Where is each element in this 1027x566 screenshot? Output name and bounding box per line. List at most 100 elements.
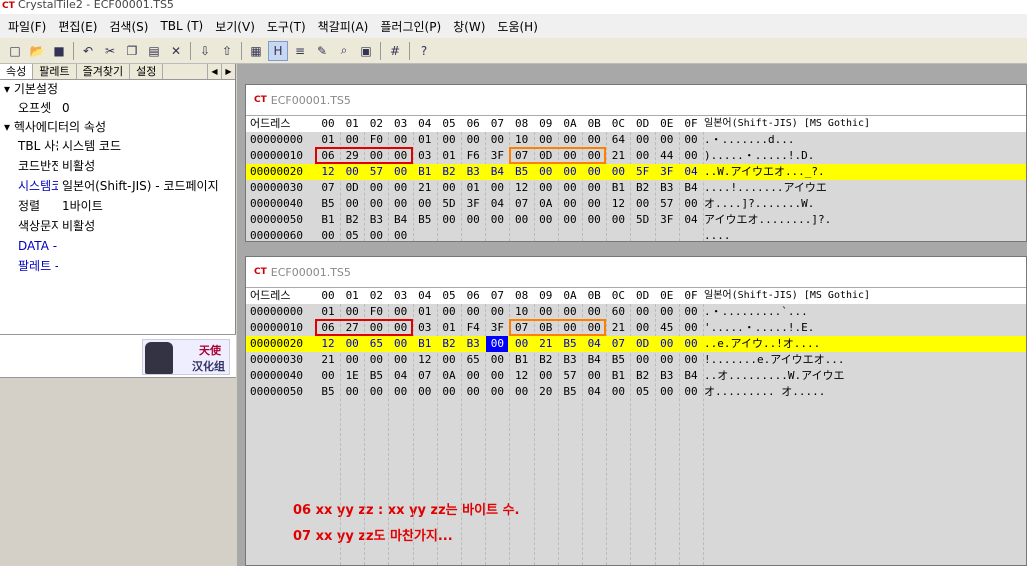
hex-byte[interactable]: 00: [535, 164, 557, 180]
hex-byte[interactable]: B2: [438, 336, 460, 352]
hex-byte[interactable]: 07: [511, 196, 533, 212]
hex-byte[interactable]: 44: [656, 148, 678, 164]
prop-row-offset[interactable]: 오프셋 0: [0, 98, 235, 118]
hex-byte[interactable]: 10: [511, 132, 533, 148]
hex-byte[interactable]: B1: [607, 368, 629, 384]
hex-byte[interactable]: 00: [341, 352, 363, 368]
tab-scroll-right-icon[interactable]: ▶: [221, 64, 235, 79]
hex-grid[interactable]: 06 xx yy zz : xx yy zz는 바이트 수. 07 xx yy …: [246, 287, 1026, 565]
hex-byte[interactable]: 01: [462, 180, 484, 196]
prop-value[interactable]: 0: [58, 98, 235, 118]
hex-byte[interactable]: 04: [390, 368, 412, 384]
hex-byte[interactable]: 00: [559, 180, 581, 196]
decoded-text[interactable]: '.....・.....!.E.: [704, 320, 814, 336]
hex-byte[interactable]: 00: [535, 304, 557, 320]
hex-byte[interactable]: 00: [438, 304, 460, 320]
hex-byte[interactable]: 00: [511, 212, 533, 228]
hex-byte[interactable]: 00: [559, 304, 581, 320]
save-icon[interactable]: ■: [49, 41, 69, 61]
hex-byte[interactable]: 12: [317, 164, 339, 180]
prop-value[interactable]: 비활성: [58, 216, 235, 236]
hex-byte[interactable]: 00: [341, 196, 363, 212]
tab-properties[interactable]: 속성: [0, 64, 34, 79]
hex-byte[interactable]: 27: [341, 320, 363, 336]
hex-byte[interactable]: 65: [462, 352, 484, 368]
hex-byte[interactable]: 00: [583, 148, 605, 164]
hex-row[interactable]: 00000020 12 00 57 00 B1 B2 B3 B4 B5 00 00 00 00 5F 3F 04…: [246, 164, 1026, 180]
decoded-text[interactable]: アイウエオ........]?.: [704, 212, 831, 228]
hex-byte[interactable]: B4: [583, 352, 605, 368]
hex-byte[interactable]: 12: [317, 336, 339, 352]
decoded-text[interactable]: ..W.アイウエオ..._?.: [704, 164, 825, 180]
hex-byte[interactable]: 01: [438, 148, 460, 164]
decoded-text[interactable]: !.......e.アイウエオ...: [704, 352, 845, 368]
edit-icon[interactable]: ✎: [312, 41, 332, 61]
hex-byte[interactable]: 00: [365, 228, 387, 244]
hex-byte[interactable]: 03: [414, 320, 436, 336]
hex-byte[interactable]: 00: [365, 196, 387, 212]
hex-byte[interactable]: 00: [462, 212, 484, 228]
decoded-text[interactable]: ..e.アイウ..!オ....: [704, 336, 820, 352]
hex-byte[interactable]: F4: [462, 320, 484, 336]
menu-item[interactable]: 책갈피(A): [312, 18, 375, 35]
category-basic[interactable]: ▾ 기본설정: [0, 80, 235, 98]
hex-byte[interactable]: 10: [511, 304, 533, 320]
hex-row[interactable]: 00000000 01 00 F0 00 01 00 00 00 10 00 00 00 64 00 00 00…: [246, 132, 1026, 148]
hex-byte[interactable]: 21: [414, 180, 436, 196]
prop-row-align[interactable]: 정렬 1바이트: [0, 196, 235, 216]
hex-byte[interactable]: 00: [390, 164, 412, 180]
hex-byte[interactable]: 01: [438, 320, 460, 336]
hex-byte[interactable]: 00: [583, 196, 605, 212]
hex-byte[interactable]: 00: [438, 132, 460, 148]
hex-row[interactable]: 00000050 B5 00 00 00 00 00 00 00 00 20 B5 04 00 05 00 00…: [246, 384, 1026, 400]
hex-byte[interactable]: 00: [607, 384, 629, 400]
hex-byte[interactable]: B5: [414, 212, 436, 228]
hex-byte[interactable]: 00: [535, 180, 557, 196]
hex-byte[interactable]: 00: [486, 212, 508, 228]
prop-value[interactable]: 일본어(Shift-JIS) - 코드페이지: [58, 176, 235, 196]
hex-byte[interactable]: 0D: [632, 336, 654, 352]
hex-byte[interactable]: 3F: [656, 164, 678, 180]
hex-byte[interactable]: B3: [656, 368, 678, 384]
decoded-text[interactable]: オ......... オ.....: [704, 384, 825, 400]
hex-byte[interactable]: 00: [390, 228, 412, 244]
hex-byte[interactable]: 00: [656, 336, 678, 352]
hex-byte[interactable]: 21: [317, 352, 339, 368]
search-icon[interactable]: ⌕: [334, 41, 354, 61]
hex-byte[interactable]: 5D: [632, 212, 654, 228]
hex-byte[interactable]: 07: [414, 368, 436, 384]
hex-byte[interactable]: 04: [583, 384, 605, 400]
hex-byte[interactable]: 21: [607, 320, 629, 336]
hex-byte[interactable]: 00: [390, 352, 412, 368]
hex-byte[interactable]: 00: [486, 132, 508, 148]
window-titlebar[interactable]: CT ECF00001.TS5: [246, 85, 1026, 115]
hex-byte[interactable]: 00: [317, 368, 339, 384]
decoded-text[interactable]: ).....・.....!.D.: [704, 148, 814, 164]
prop-row-code-reverse[interactable]: 코드반전 비활성: [0, 156, 235, 176]
hex-byte[interactable]: 07: [317, 180, 339, 196]
hex-byte[interactable]: 00: [438, 180, 460, 196]
window-titlebar[interactable]: CT ECF00001.TS5: [246, 257, 1026, 287]
hex-byte[interactable]: 00: [462, 384, 484, 400]
hex-byte[interactable]: B1: [317, 212, 339, 228]
hex-byte[interactable]: 5D: [438, 196, 460, 212]
hex-byte[interactable]: 00: [535, 212, 557, 228]
menu-item[interactable]: 창(W): [447, 18, 491, 35]
hex-byte[interactable]: B5: [559, 336, 581, 352]
hex-byte[interactable]: 00: [390, 148, 412, 164]
hex-byte[interactable]: 00: [632, 196, 654, 212]
tab-settings[interactable]: 설정: [130, 64, 164, 79]
hex-byte[interactable]: 00: [462, 132, 484, 148]
hex-byte[interactable]: B5: [607, 352, 629, 368]
decoded-text[interactable]: ....: [704, 228, 731, 244]
prop-row-data[interactable]: DATA -:: [0, 236, 235, 256]
hex-byte[interactable]: 04: [680, 212, 702, 228]
hex-byte[interactable]: 00: [559, 164, 581, 180]
hex-byte[interactable]: 03: [414, 148, 436, 164]
hex-row[interactable]: 00000050 B1 B2 B3 B4 B5 00 00 00 00 00 00 00 00 5D 3F 04…: [246, 212, 1026, 228]
hex-byte[interactable]: 21: [535, 336, 557, 352]
hex-byte[interactable]: 00: [535, 132, 557, 148]
hex-byte[interactable]: 00: [656, 132, 678, 148]
menu-item[interactable]: 플러그인(P): [374, 18, 447, 35]
hex-row[interactable]: 00000030 21 00 00 00 12 00 65 00 B1 B2 B3 B4 B5 00 00 00…: [246, 352, 1026, 368]
